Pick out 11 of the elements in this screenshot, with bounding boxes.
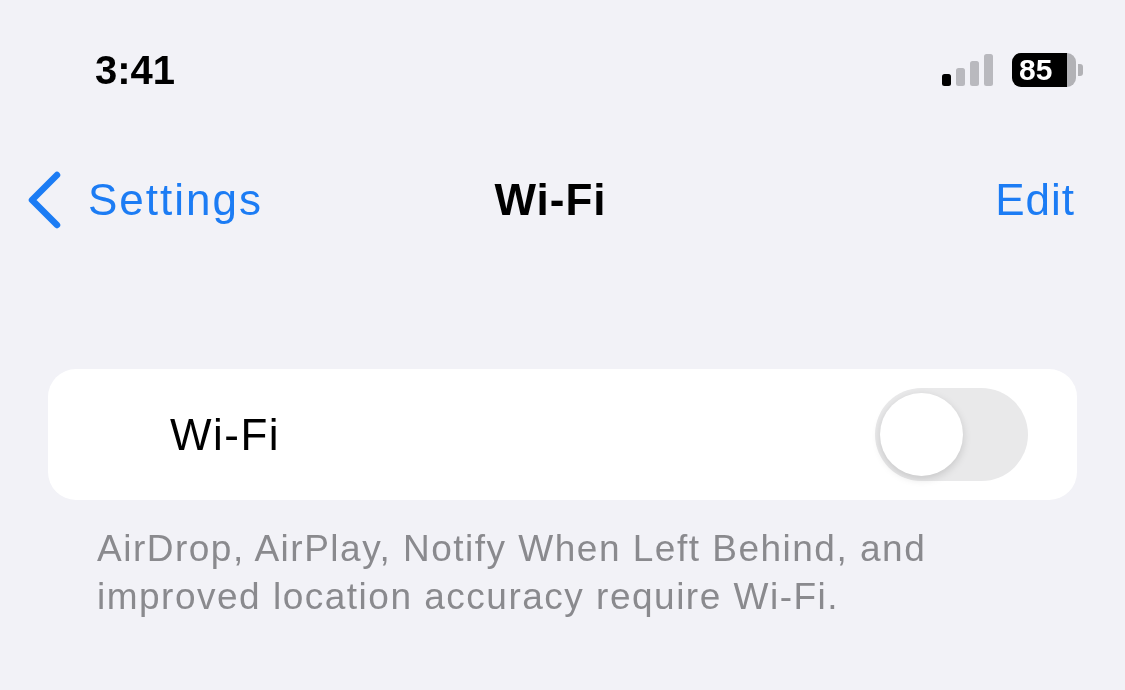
battery-level: 85 (1012, 53, 1076, 87)
setting-label: Wi-Fi (170, 412, 281, 457)
edit-button[interactable]: Edit (995, 178, 1075, 222)
battery-tip-icon (1078, 64, 1083, 76)
toggle-knob-icon (880, 393, 963, 476)
back-link[interactable]: Settings (88, 178, 263, 222)
status-time: 3:41 (95, 50, 176, 90)
signal-bars-icon (942, 54, 994, 86)
footer-note: AirDrop, AirPlay, Notify When Left Behind, and improved location accuracy require Wi-Fi. (97, 527, 928, 619)
page-title: Wi-Fi (494, 178, 607, 222)
back-chevron-icon[interactable] (26, 171, 62, 229)
